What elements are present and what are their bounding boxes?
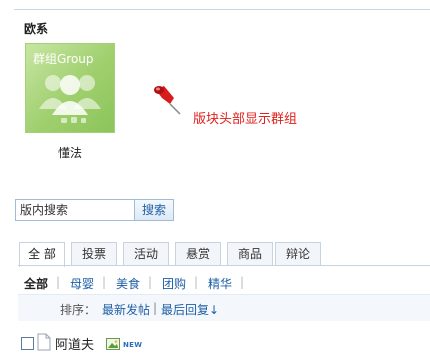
pushpin-icon: [154, 86, 181, 115]
forum-search-input[interactable]: [15, 199, 139, 221]
sort-bar: 排序： 最新发帖 | 最后回复↓: [18, 294, 430, 321]
filter-baby[interactable]: 母婴: [70, 275, 94, 292]
filter-separator: |: [102, 275, 107, 289]
filter-groupbuy[interactable]: 团购: [162, 275, 186, 292]
document-icon: [37, 333, 51, 351]
section-title: 欧系: [24, 22, 49, 36]
new-badge: NEW: [123, 341, 143, 349]
filter-separator: |: [240, 275, 245, 289]
search-button[interactable]: 搜索: [134, 199, 174, 221]
sort-separator: |: [153, 301, 158, 315]
filter-food[interactable]: 美食: [116, 275, 140, 292]
tab-goods[interactable]: 商品: [227, 242, 273, 265]
thread-checkbox[interactable]: [21, 337, 34, 350]
people-icon: [39, 75, 101, 123]
filter-digest[interactable]: 精华: [208, 275, 232, 292]
sort-label: 排序：: [60, 303, 97, 317]
filter-separator: |: [56, 275, 61, 289]
hint-text: 版块头部显示群组: [193, 112, 298, 127]
filter-separator: |: [194, 275, 199, 289]
tab-poll[interactable]: 投票: [71, 242, 117, 265]
tab-activity[interactable]: 活动: [123, 242, 169, 265]
tabs-divider: [18, 265, 430, 266]
filter-all[interactable]: 全部: [24, 275, 48, 292]
tab-all[interactable]: 全 部: [19, 242, 65, 267]
top-divider: [14, 9, 430, 10]
tab-debate[interactable]: 辩论: [275, 242, 321, 265]
group-name[interactable]: 懂法: [25, 144, 115, 161]
thread-title-link[interactable]: 阿道夫: [55, 334, 94, 353]
sort-newest-link[interactable]: 最新发帖: [102, 301, 150, 318]
image-attachment-icon: [106, 338, 120, 350]
tab-reward[interactable]: 悬赏: [175, 242, 221, 265]
filter-separator: |: [148, 275, 153, 289]
group-avatar[interactable]: 群组Group: [25, 43, 115, 133]
sort-last-reply-link[interactable]: 最后回复↓: [161, 301, 219, 318]
